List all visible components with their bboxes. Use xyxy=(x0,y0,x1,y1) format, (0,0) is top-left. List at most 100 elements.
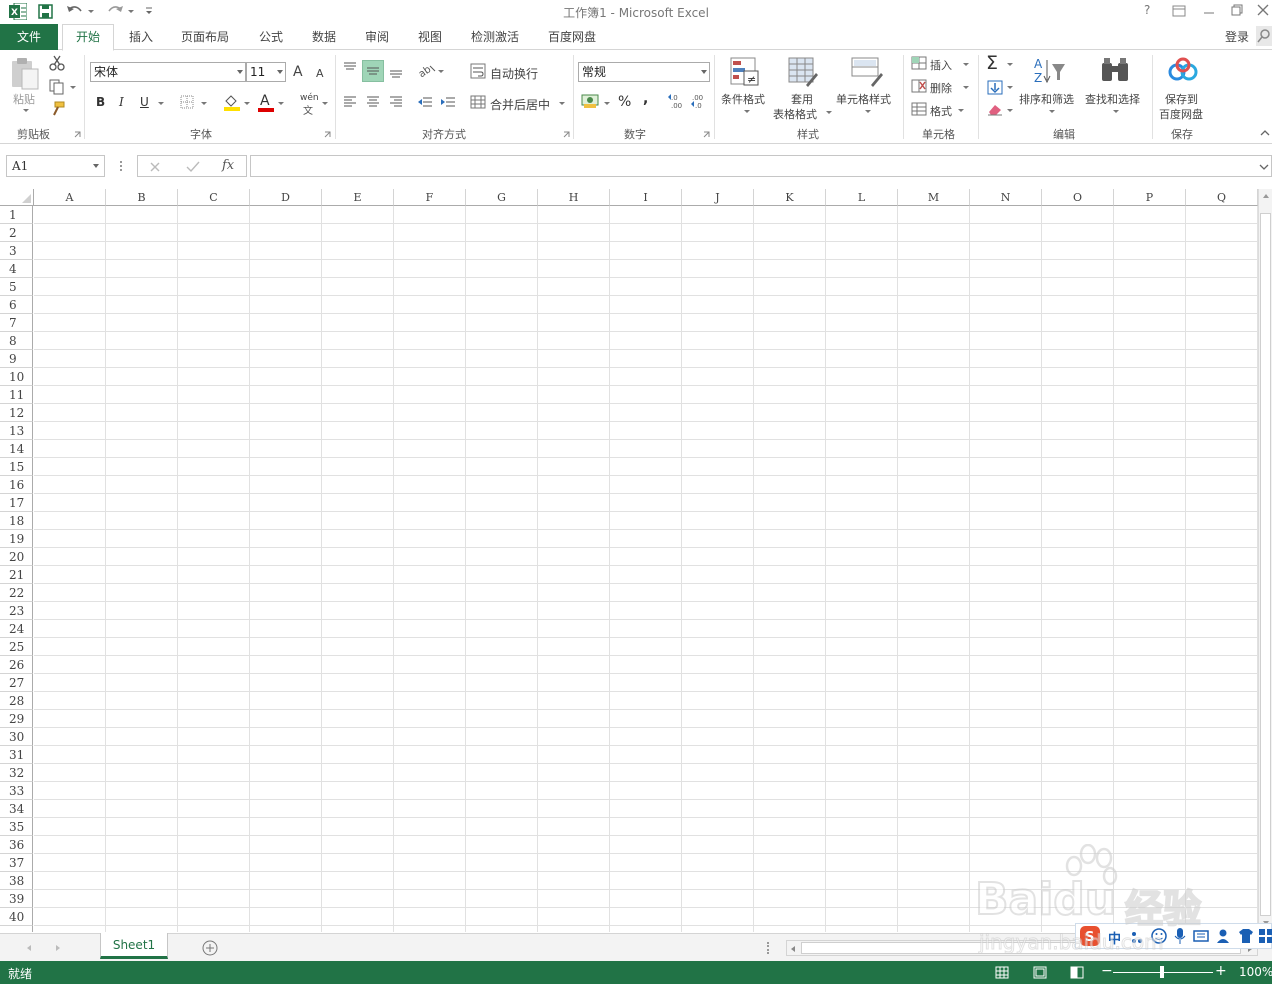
find-select-button[interactable]: 查找和选择 xyxy=(1085,91,1140,107)
row-header[interactable]: 7 xyxy=(0,314,33,332)
next-sheet-icon[interactable] xyxy=(55,944,61,952)
vertical-scrollbar[interactable] xyxy=(1258,189,1272,932)
column-header[interactable]: F xyxy=(394,189,466,206)
accounting-format-icon[interactable] xyxy=(581,93,601,109)
phonetic-dropdown-icon[interactable] xyxy=(322,102,328,105)
formula-input[interactable] xyxy=(250,155,1272,177)
row-header[interactable]: 33 xyxy=(0,782,33,800)
restore-icon[interactable] xyxy=(1231,4,1243,16)
align-right-icon[interactable] xyxy=(388,95,404,109)
merge-dropdown-icon[interactable] xyxy=(559,102,565,105)
italic-button[interactable]: I xyxy=(119,95,124,109)
close-icon[interactable] xyxy=(1257,4,1269,16)
font-color-button[interactable]: A xyxy=(257,93,275,113)
row-header[interactable]: 11 xyxy=(0,386,33,404)
autosum-dropdown-icon[interactable] xyxy=(1007,63,1013,66)
decrease-decimal-icon[interactable]: .00.0 xyxy=(690,93,708,109)
borders-dropdown-icon[interactable] xyxy=(201,102,207,105)
row-header[interactable]: 6 xyxy=(0,296,33,314)
accounting-dropdown-icon[interactable] xyxy=(604,102,610,105)
sogou-logo-icon[interactable]: S xyxy=(1079,925,1101,947)
tab-baidu-netdisk[interactable]: 百度网盘 xyxy=(548,28,596,45)
sheet-tab-sheet1[interactable]: Sheet1 xyxy=(100,933,168,959)
row-header[interactable]: 17 xyxy=(0,494,33,512)
copy-dropdown-icon[interactable] xyxy=(70,86,76,89)
row-header[interactable]: 8 xyxy=(0,332,33,350)
column-header[interactable]: L xyxy=(826,189,898,206)
row-header[interactable]: 23 xyxy=(0,602,33,620)
format-cells-dropdown-icon[interactable] xyxy=(958,109,964,112)
paste-label[interactable]: 粘贴 xyxy=(13,91,35,107)
row-header[interactable]: 13 xyxy=(0,422,33,440)
save-to-netdisk-line2[interactable]: 百度网盘 xyxy=(1159,106,1203,122)
orientation-icon[interactable]: ab xyxy=(418,63,436,77)
tab-home[interactable]: 开始 xyxy=(62,24,114,51)
tab-data[interactable]: 数据 xyxy=(312,28,336,45)
help-button[interactable]: ? xyxy=(1144,3,1150,17)
format-painter-icon[interactable] xyxy=(49,101,65,117)
row-header[interactable]: 15 xyxy=(0,458,33,476)
name-box[interactable]: A1 xyxy=(6,155,105,177)
wrap-text-icon[interactable] xyxy=(470,63,486,79)
row-header[interactable]: 18 xyxy=(0,512,33,530)
column-header[interactable]: C xyxy=(178,189,250,206)
row-header[interactable]: 28 xyxy=(0,692,33,710)
sort-filter-button[interactable]: 排序和筛选 xyxy=(1019,91,1074,107)
row-header[interactable]: 4 xyxy=(0,260,33,278)
user-icon[interactable] xyxy=(1216,928,1232,944)
cut-icon[interactable] xyxy=(49,55,65,71)
fill-dropdown-icon[interactable] xyxy=(1007,86,1013,89)
orientation-dropdown-icon[interactable] xyxy=(438,70,444,73)
page-break-view-icon[interactable] xyxy=(1070,966,1084,979)
microphone-icon[interactable] xyxy=(1174,927,1186,945)
column-header[interactable]: P xyxy=(1114,189,1186,206)
row-header[interactable]: 40 xyxy=(0,908,33,926)
tab-formulas[interactable]: 公式 xyxy=(259,28,283,45)
font-color-dropdown-icon[interactable] xyxy=(278,102,284,105)
tab-activation-check[interactable]: 检测激活 xyxy=(471,28,519,45)
login-link[interactable]: 登录 xyxy=(1225,28,1249,45)
emoji-icon[interactable] xyxy=(1151,928,1167,944)
row-header[interactable]: 9 xyxy=(0,350,33,368)
tab-view[interactable]: 视图 xyxy=(418,28,442,45)
underline-dropdown-icon[interactable] xyxy=(158,102,164,105)
row-header[interactable]: 27 xyxy=(0,674,33,692)
zoom-level[interactable]: 100% xyxy=(1239,965,1272,979)
column-header[interactable]: D xyxy=(250,189,322,206)
sort-filter-dropdown-icon[interactable] xyxy=(1049,110,1055,113)
delete-cells-icon[interactable] xyxy=(911,79,927,93)
page-layout-view-icon[interactable] xyxy=(1033,966,1047,979)
borders-icon[interactable] xyxy=(180,95,194,109)
format-cells-button[interactable]: 格式 xyxy=(930,103,952,119)
font-launcher-icon[interactable] xyxy=(324,131,331,138)
baidu-netdisk-icon[interactable] xyxy=(1168,57,1198,83)
clipboard-launcher-icon[interactable] xyxy=(74,131,81,138)
row-header[interactable]: 37 xyxy=(0,854,33,872)
font-family-select[interactable]: 宋体 xyxy=(90,62,246,82)
format-as-table-dropdown-icon[interactable] xyxy=(826,111,832,114)
row-header[interactable]: 25 xyxy=(0,638,33,656)
tab-file[interactable]: 文件 xyxy=(0,24,58,50)
column-header[interactable]: M xyxy=(898,189,970,206)
new-sheet-icon[interactable] xyxy=(202,940,218,956)
align-middle-button[interactable] xyxy=(362,60,384,82)
scroll-up-icon[interactable] xyxy=(1262,193,1270,199)
paste-icon[interactable] xyxy=(10,57,42,91)
row-header[interactable]: 21 xyxy=(0,566,33,584)
sort-filter-icon[interactable]: AZ xyxy=(1034,56,1066,86)
minimize-icon[interactable] xyxy=(1203,5,1215,17)
row-header[interactable]: 30 xyxy=(0,728,33,746)
row-header[interactable]: 19 xyxy=(0,530,33,548)
zoom-out-button[interactable]: − xyxy=(1101,963,1113,979)
row-header[interactable]: 12 xyxy=(0,404,33,422)
select-all-corner[interactable] xyxy=(0,189,34,206)
vertical-scroll-thumb[interactable] xyxy=(1260,213,1271,916)
tab-insert[interactable]: 插入 xyxy=(129,28,153,45)
scroll-left-icon[interactable] xyxy=(790,945,796,953)
ime-mode[interactable]: 中 xyxy=(1108,928,1121,947)
row-header[interactable]: 5 xyxy=(0,278,33,296)
row-header[interactable]: 20 xyxy=(0,548,33,566)
grow-font-button[interactable]: A xyxy=(293,64,303,80)
column-header[interactable]: H xyxy=(538,189,610,206)
merge-center-icon[interactable] xyxy=(470,95,486,109)
